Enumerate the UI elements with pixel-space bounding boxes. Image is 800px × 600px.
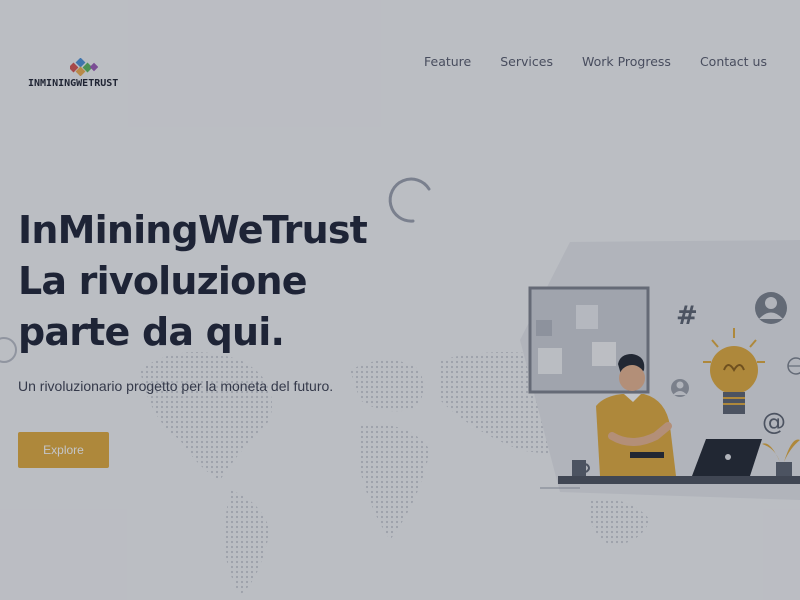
- nav-contact-us[interactable]: Contact us: [700, 54, 767, 69]
- hashtag-icon: #: [676, 301, 698, 331]
- main-nav: Feature Services Work Progress Contact u…: [424, 54, 767, 69]
- hero-title-line-2: La rivoluzione: [18, 259, 307, 303]
- desk: [558, 476, 800, 484]
- logo-mark-icon: [70, 58, 98, 76]
- hero-title: InMiningWeTrust La rivoluzione parte da …: [18, 205, 368, 358]
- nav-work-progress[interactable]: Work Progress: [582, 54, 671, 69]
- logo-wordmark: INMININGWETRUST: [28, 78, 119, 89]
- explore-button[interactable]: Explore: [18, 432, 109, 468]
- small-avatar-icon: [671, 379, 689, 397]
- spinner-ring-icon: [388, 177, 431, 223]
- nav-feature[interactable]: Feature: [424, 54, 471, 69]
- landing-page: INMININGWETRUST Feature Services Work Pr…: [0, 0, 800, 600]
- hero-subtitle: Un rivoluzionario progetto per la moneta…: [18, 378, 334, 394]
- user-avatar-icon: [755, 292, 787, 324]
- site-header: INMININGWETRUST Feature Services Work Pr…: [0, 0, 800, 110]
- hero-illustration: # @: [520, 240, 800, 500]
- brand-logo[interactable]: INMININGWETRUST: [28, 56, 138, 96]
- hero-title-line-3: parte da qui.: [18, 310, 285, 354]
- hero-title-line-1: InMiningWeTrust: [18, 208, 368, 252]
- at-sign-icon: @: [762, 408, 786, 436]
- nav-services[interactable]: Services: [500, 54, 553, 69]
